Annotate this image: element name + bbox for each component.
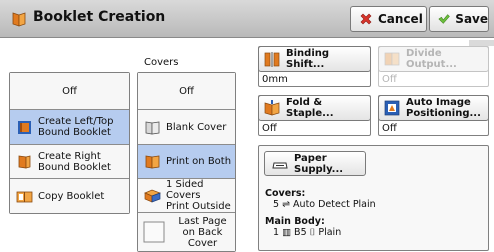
main-body-supply-label: Main Body: xyxy=(265,216,325,227)
fold-staple-label: Fold & Staple... xyxy=(286,97,334,119)
option-label: Off xyxy=(62,85,77,97)
covers-heading: Covers xyxy=(144,57,179,68)
last-page-on-back-cover-option[interactable]: Last Page on Back Cover xyxy=(138,213,235,251)
option-label: Create Left/Top Bound Booklet xyxy=(38,116,114,138)
option-label: Off xyxy=(179,85,194,97)
create-left-top-bound-booklet-option[interactable]: Create Left/Top Bound Booklet xyxy=(10,110,129,145)
binding-shift-label: Binding Shift... xyxy=(286,48,330,70)
binding-shift-panel: Binding Shift... 0mm xyxy=(258,46,371,87)
page-title: Booklet Creation xyxy=(33,9,166,25)
binding-shift-value: 0mm xyxy=(262,74,288,85)
covers-off-option[interactable]: Off xyxy=(138,73,235,110)
right-bound-booklet-icon xyxy=(18,155,31,169)
create-right-bound-booklet-option[interactable]: Create Right Bound Booklet xyxy=(10,145,129,179)
option-label: Blank Cover xyxy=(166,121,227,133)
fold-staple-button[interactable]: Fold & Staple... xyxy=(258,95,371,121)
booklet-creation-screen: { "header": { "title": "Booklet Creation… xyxy=(0,0,494,252)
divide-output-value: Off xyxy=(382,74,397,85)
copy-booklet-option[interactable]: Copy Booklet xyxy=(10,179,129,213)
copy-booklet-icon xyxy=(16,191,33,202)
divide-output-label: Divide Output... xyxy=(406,48,457,70)
booklet-icon xyxy=(12,12,26,27)
booklet-off-option[interactable]: Off xyxy=(10,73,129,110)
option-label: Create Right Bound Booklet xyxy=(38,150,111,173)
cancel-label: Cancel xyxy=(378,12,423,26)
divide-output-panel: Divide Output... Off xyxy=(378,46,489,87)
left-bound-booklet-icon xyxy=(18,120,31,134)
binding-shift-button[interactable]: Binding Shift... xyxy=(258,46,371,72)
option-label: Copy Booklet xyxy=(38,190,105,202)
binding-shift-icon xyxy=(264,52,280,67)
paper-supply-label: Paper Supply... xyxy=(294,152,344,175)
main-body-supply-value: 1 ▥ B5 ⌷ Plain xyxy=(273,227,342,238)
covers-options-group: Off Blank Cover Print on Both 1 Sided Co… xyxy=(137,72,236,252)
auto-image-positioning-panel: Auto Image Positioning... Off xyxy=(378,95,489,136)
checkbox-icon xyxy=(143,221,165,243)
covers-supply-value: 5 ⇌ Auto Detect Plain xyxy=(273,199,376,210)
option-label: Last Page on Back Cover xyxy=(178,215,227,249)
print-on-both-option[interactable]: Print on Both xyxy=(138,145,235,179)
one-sided-covers-icon xyxy=(144,189,161,203)
option-label: Print on Both xyxy=(166,156,232,167)
paper-supply-panel: Paper Supply... Covers: 5 ⇌ Auto Detect … xyxy=(258,145,489,251)
auto-image-positioning-label: Auto Image Positioning... xyxy=(406,97,481,119)
divide-output-button[interactable]: Divide Output... xyxy=(378,46,489,72)
print-on-both-icon xyxy=(145,155,160,169)
title-bar: Booklet Creation Cancel Save xyxy=(0,0,494,38)
option-label: 1 Sided Covers Print Outside xyxy=(166,179,231,212)
cancel-button[interactable]: Cancel xyxy=(350,6,427,32)
close-icon xyxy=(360,13,372,25)
blank-cover-option[interactable]: Blank Cover xyxy=(138,110,235,145)
auto-image-positioning-icon xyxy=(384,100,400,116)
paper-tray-icon xyxy=(272,162,288,168)
blank-cover-icon xyxy=(145,121,160,134)
auto-image-positioning-value: Off xyxy=(382,123,397,134)
booklet-options-group: Off Create Left/Top Bound Booklet Create… xyxy=(9,72,130,214)
auto-image-positioning-button[interactable]: Auto Image Positioning... xyxy=(378,95,489,121)
fold-staple-panel: Fold & Staple... Off xyxy=(258,95,371,136)
fold-staple-icon xyxy=(264,100,280,116)
checkmark-icon xyxy=(438,14,450,24)
one-sided-covers-option[interactable]: 1 Sided Covers Print Outside xyxy=(138,179,235,213)
divide-output-icon xyxy=(384,52,400,66)
covers-supply-label: Covers: xyxy=(265,188,306,199)
fold-staple-value: Off xyxy=(262,123,277,134)
save-button[interactable]: Save xyxy=(429,6,489,32)
save-label: Save xyxy=(455,12,488,26)
paper-supply-button[interactable]: Paper Supply... xyxy=(264,151,366,176)
